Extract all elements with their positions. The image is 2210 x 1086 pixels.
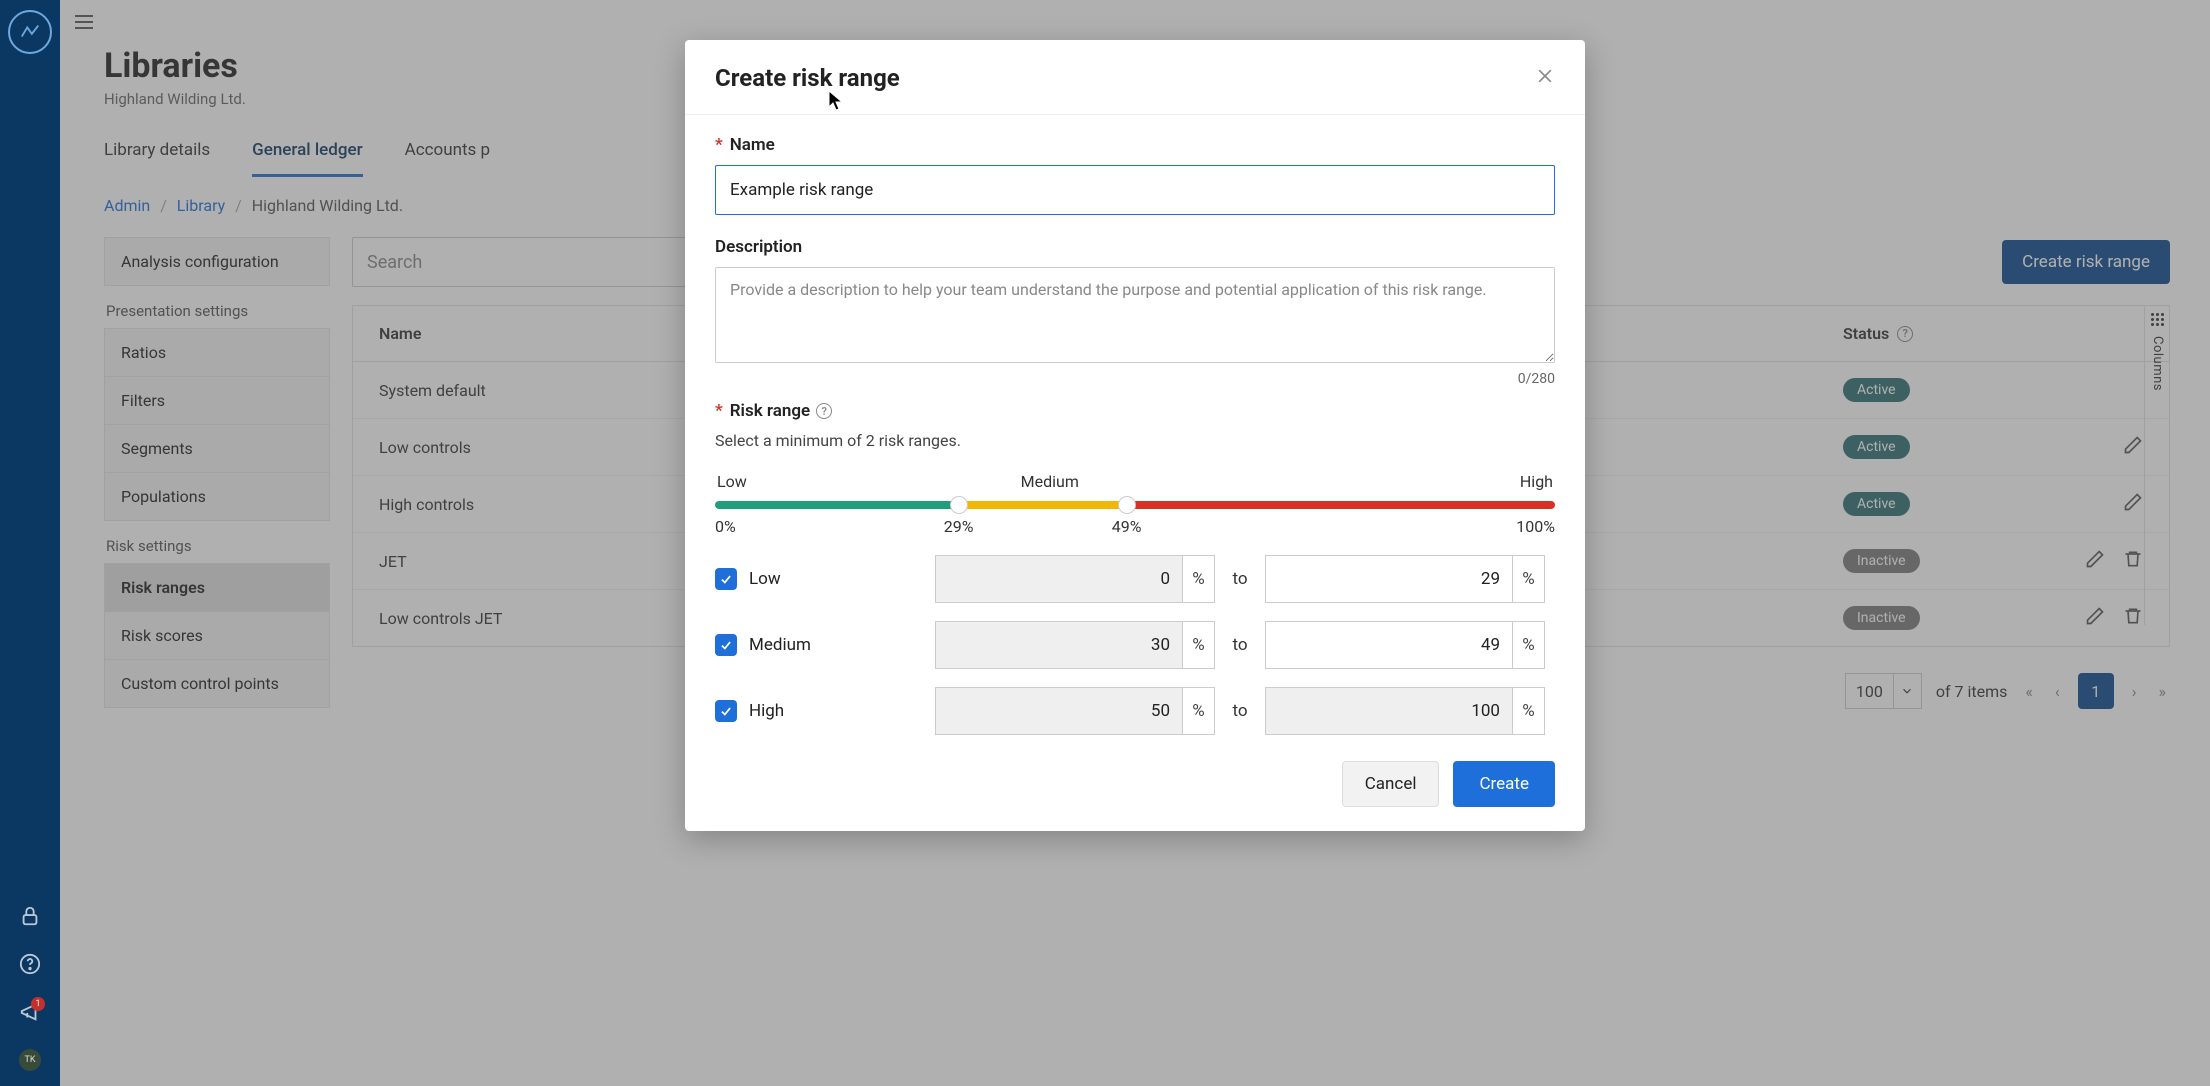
- checkbox-medium[interactable]: [715, 634, 737, 656]
- high-to-input: [1265, 687, 1513, 735]
- help-icon[interactable]: ?: [816, 403, 832, 419]
- name-input[interactable]: [715, 165, 1555, 215]
- slider-handle[interactable]: [950, 496, 968, 514]
- description-label: Description: [715, 237, 802, 257]
- modal-title: Create risk range: [715, 64, 900, 92]
- lock-icon[interactable]: [19, 905, 41, 931]
- low-from-input: [935, 555, 1183, 603]
- help-icon[interactable]: [19, 953, 41, 979]
- risk-range-slider[interactable]: [715, 501, 1555, 509]
- user-avatar[interactable]: TK: [19, 1049, 41, 1071]
- create-button[interactable]: Create: [1453, 761, 1555, 807]
- cancel-button[interactable]: Cancel: [1342, 761, 1440, 807]
- risk-range-label: Risk range: [730, 401, 810, 421]
- name-label: Name: [730, 135, 775, 155]
- checkbox-high[interactable]: [715, 700, 737, 722]
- left-rail: 1 TK: [0, 0, 60, 1086]
- med-to-input[interactable]: [1265, 621, 1513, 669]
- char-count: 0/280: [715, 371, 1555, 387]
- low-to-input[interactable]: [1265, 555, 1513, 603]
- announcement-icon[interactable]: 1: [19, 1001, 41, 1027]
- close-icon[interactable]: [1535, 66, 1555, 90]
- checkbox-low[interactable]: [715, 568, 737, 590]
- slider-handle[interactable]: [1118, 496, 1136, 514]
- risk-range-hint: Select a minimum of 2 risk ranges.: [715, 431, 1555, 450]
- app-logo[interactable]: [8, 10, 52, 54]
- description-input[interactable]: [715, 267, 1555, 363]
- create-risk-range-modal: Create risk range *Name Description 0/28…: [685, 40, 1585, 831]
- notification-badge: 1: [31, 997, 45, 1011]
- med-from-input: [935, 621, 1183, 669]
- high-from-input: [935, 687, 1183, 735]
